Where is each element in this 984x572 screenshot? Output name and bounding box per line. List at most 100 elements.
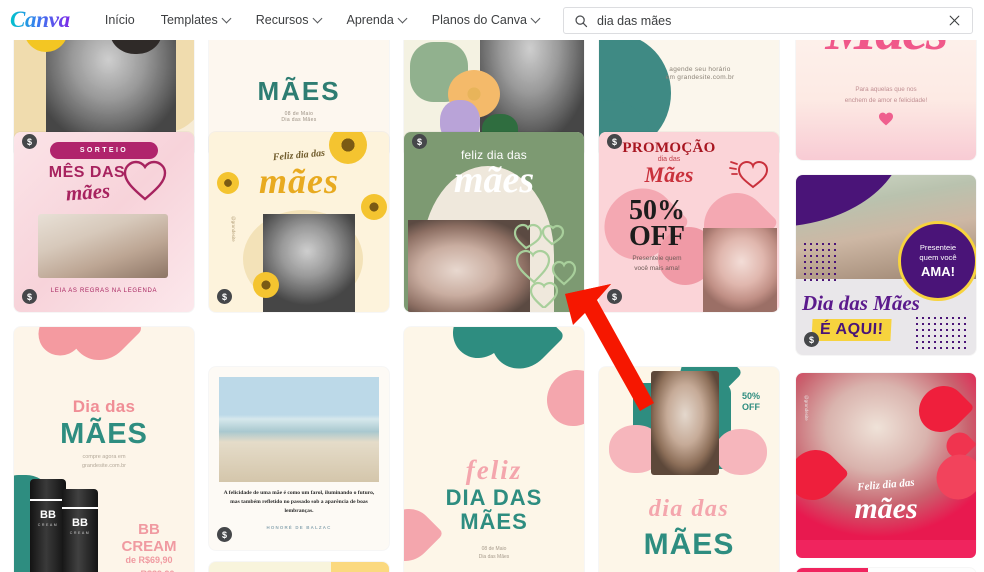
template-card-sorteio-mes-das-maes[interactable]: SORTEIO MÊS DAS mães LEIA AS REGRAS NA L… — [14, 132, 194, 312]
premium-badge: $ — [22, 134, 37, 149]
nav-item-templates[interactable]: Templates — [148, 13, 243, 27]
card-text: @grandesite — [804, 395, 809, 421]
card-text: HONORÉ DE BALZAC — [266, 525, 332, 530]
card-text: @grandesite — [231, 216, 236, 242]
card-text: MÃES — [257, 76, 341, 106]
card-highlight: É AQUI! — [811, 319, 892, 341]
card-text: Dia das Mães — [802, 291, 920, 315]
template-card-pink-banner-partial[interactable] — [796, 568, 976, 572]
template-card-familia-praia-quote[interactable]: A felicidade de uma mãe é como um farol,… — [209, 367, 389, 550]
card-text: Presenteie quem você mais ama! — [632, 255, 682, 272]
premium-badge: $ — [22, 289, 37, 304]
card-text: LEIA AS REGRAS NA LEGENDA — [50, 288, 158, 294]
card-text: SORTEIO — [79, 147, 129, 154]
results-area: $ MÃES 08 de Maio Dia das Mães $ agende … — [0, 40, 984, 572]
card-text: A felicidade de uma mãe é como um farol,… — [223, 490, 375, 515]
decor-block — [331, 562, 389, 572]
photo — [38, 214, 168, 278]
canva-logo[interactable]: Canva — [10, 7, 70, 33]
card-text: de R$69,90 — [125, 555, 173, 565]
card-text: 50% OFF — [741, 391, 760, 412]
card-art: feliz dia das mães — [404, 132, 584, 312]
card-text: 08 de Maio Dia das Mães — [478, 546, 510, 560]
card-text: É AQUI! — [819, 321, 884, 338]
card-text: Presenteie quem você — [919, 242, 957, 262]
card-text: mães — [453, 159, 535, 201]
card-text: MÃES — [643, 528, 735, 561]
photo — [263, 214, 355, 312]
chevron-down-icon — [312, 13, 322, 23]
card-art: Feliz dia das mães @grandesite — [209, 132, 389, 312]
premium-badge: $ — [804, 332, 819, 347]
premium-badge: $ — [607, 289, 622, 304]
balloon-heart — [909, 376, 975, 442]
card-art: Dia das MÃES compre agora em grandesite.… — [14, 327, 194, 572]
chevron-down-icon — [221, 13, 232, 23]
card-text: dia das — [648, 496, 730, 522]
product-tube: BB CREAM — [62, 489, 98, 572]
card-text: MÃES — [460, 509, 528, 534]
photo — [703, 228, 777, 312]
template-card-dia-das-maes-e-aqui[interactable]: Presenteie quem você AMA! Dia das Mães É… — [796, 175, 976, 355]
dot-pattern — [914, 315, 970, 349]
card-text: mães — [854, 492, 918, 525]
nav-item-aprenda[interactable]: Aprenda — [334, 13, 419, 27]
top-navigation-bar: Canva Início Templates Recursos Aprenda … — [0, 0, 984, 40]
promo-circle: Presenteie quem você AMA! — [898, 221, 976, 301]
card-art: @grandesite — [209, 562, 389, 572]
template-card-promocao-50-off[interactable]: PROMOÇÃO dia das Mães 50% OFF Presenteie… — [599, 132, 779, 312]
card-text: DIA DAS — [445, 485, 543, 510]
card-text: Mães — [796, 40, 976, 64]
template-card-maes-pink-script[interactable]: Mães Para aquelas que nos enchem de amor… — [796, 40, 976, 160]
card-text: OFF — [629, 221, 685, 252]
main-nav: Início Templates Recursos Aprenda Planos… — [92, 13, 552, 27]
nav-label: Templates — [160, 13, 218, 27]
sorteio-pill: SORTEIO — [50, 142, 158, 159]
card-text: mães — [259, 161, 339, 201]
nav-label: Início — [104, 13, 135, 27]
heart-outline-decor — [513, 223, 577, 308]
card-text: agende seu horário em grandesite.com.br — [665, 66, 735, 81]
template-card-feliz-dia-das-maes-sunflowers[interactable]: Feliz dia das mães @grandesite $ — [209, 132, 389, 312]
search-input[interactable]: dia das mães — [597, 14, 948, 28]
card-text: BB CREAM — [121, 521, 177, 556]
heart-icon — [729, 160, 769, 189]
nav-label: Aprenda — [346, 13, 394, 27]
nav-item-inicio[interactable]: Início — [92, 13, 148, 27]
template-card-feliz-dia-das-maes-balloons[interactable]: Feliz dia das mães @grandesite — [796, 373, 976, 555]
template-card-grandesite-yellow[interactable]: @grandesite — [209, 562, 389, 572]
premium-badge: $ — [217, 527, 232, 542]
premium-badge: $ — [607, 134, 622, 149]
card-art: Feliz dia das mães @grandesite — [796, 373, 976, 555]
heart-icon — [123, 160, 167, 201]
card-art: 50% OFF dia das MÃES — [599, 367, 779, 572]
template-card-dia-das-maes-50-off-woman[interactable]: 50% OFF dia das MÃES — [599, 367, 779, 572]
search-bar[interactable]: dia das mães — [563, 7, 973, 34]
nav-item-recursos[interactable]: Recursos — [243, 13, 334, 27]
close-icon[interactable] — [948, 14, 961, 27]
card-text: feliz — [465, 455, 523, 485]
template-card-feliz-dia-das-maes-hearts[interactable]: feliz DIA DAS MÃES 08 de Maio Dia das Mã… — [404, 327, 584, 572]
sunflower-icon — [253, 272, 279, 298]
card-text: Dia das — [72, 397, 136, 416]
decor-bar — [796, 568, 868, 572]
chevron-down-icon — [397, 13, 408, 23]
nav-item-planos-do-canva[interactable]: Planos do Canva — [419, 13, 552, 27]
heart-decor — [535, 358, 584, 438]
template-card-feliz-dia-das-maes-green[interactable]: feliz dia das mães — [404, 132, 584, 312]
rail-card-bottom-sliver — [796, 540, 976, 558]
nav-label: Planos do Canva — [431, 13, 527, 27]
card-text: Mães — [644, 162, 694, 187]
card-art: PROMOÇÃO dia das Mães 50% OFF Presenteie… — [599, 132, 779, 312]
side-template-rail: Mães Para aquelas que nos enchem de amor… — [790, 40, 984, 572]
card-art: Presenteie quem você AMA! Dia das Mães É… — [796, 175, 976, 355]
card-art — [796, 568, 976, 572]
card-text: MÃES — [60, 418, 148, 450]
card-text: AMA! — [921, 264, 955, 280]
search-icon — [574, 14, 588, 28]
template-grid: $ MÃES 08 de Maio Dia das Mães $ agende … — [0, 40, 790, 572]
chevron-down-icon — [530, 13, 541, 23]
template-card-dia-das-maes-bb-cream[interactable]: Dia das MÃES compre agora em grandesite.… — [14, 327, 194, 572]
premium-badge: $ — [217, 289, 232, 304]
photo — [651, 371, 719, 475]
